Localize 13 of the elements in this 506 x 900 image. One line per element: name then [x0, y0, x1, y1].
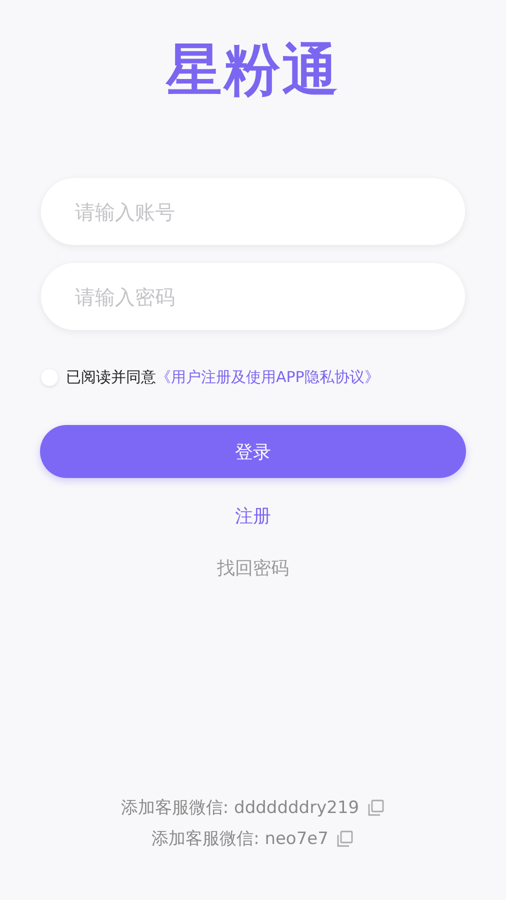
app-logo: 星粉通 [166, 37, 340, 105]
agreement-checkbox[interactable] [41, 369, 58, 386]
register-link[interactable]: 注册 [235, 504, 271, 528]
login-button[interactable]: 登录 [40, 425, 466, 478]
agreement-text: 已阅读并同意《用户注册及使用APP隐私协议》 [66, 368, 380, 387]
copy-icon[interactable] [367, 798, 386, 816]
forgot-password-link[interactable]: 找回密码 [217, 556, 289, 580]
input-field[interactable]: 请输入密码 [41, 263, 465, 330]
contact-text: 添加客服微信: dddddddry219 [120, 797, 360, 819]
contact-text: 添加客服微信: neo7e7 [152, 828, 328, 850]
copy-icon[interactable] [336, 830, 354, 848]
privacy-link[interactable]: 《用户注册及使用APP隐私协议》 [156, 368, 380, 386]
input-field[interactable]: 请输入账号 [41, 178, 465, 245]
